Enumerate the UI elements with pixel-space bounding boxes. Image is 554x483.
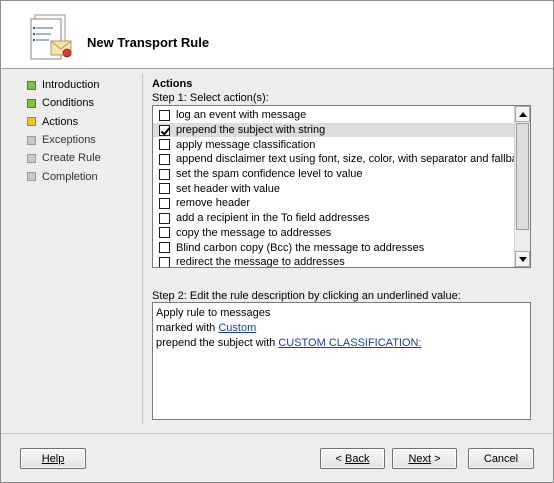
step-label: Create Rule [42,152,101,165]
scroll-thumb[interactable] [516,123,529,230]
action-item[interactable]: redirect the message to addresses [153,255,515,268]
step-pending-icon [27,153,36,163]
description-text: Apply rule to messages [156,307,271,319]
action-label: apply message classification [176,138,316,151]
step-label: Conditions [42,97,94,110]
action-checkbox[interactable] [159,256,170,267]
action-checkbox[interactable] [159,197,170,209]
rule-description-box: Apply rule to messages marked with Custo… [152,302,531,420]
arrow-down-icon [518,256,527,262]
description-text: prepend the subject with [156,337,279,349]
wizard-steps-nav: Introduction Conditions Actions Exceptio… [27,76,142,186]
footer-divider [1,433,553,434]
action-label: remove header [176,197,250,210]
action-checkbox[interactable] [159,153,170,165]
next-button-label: Next [408,452,432,465]
action-label: set the spam confidence level to value [176,168,363,181]
action-item[interactable]: apply message classification [153,137,515,152]
step-complete-icon [27,80,36,90]
step-exceptions: Exceptions [27,131,142,149]
action-item[interactable]: log an event with message [153,108,515,123]
wizard-title: New Transport Rule [87,35,210,50]
action-item[interactable]: prepend the subject with string [153,122,515,138]
action-checkbox[interactable] [159,124,170,136]
action-checkbox[interactable] [159,227,170,239]
back-button-label: Back [345,452,370,465]
description-text: marked with [156,322,219,334]
step-actions: Actions [27,113,142,131]
description-line: marked with Custom [156,321,527,336]
nav-divider [142,74,143,424]
action-label: copy the message to addresses [176,226,332,239]
scroll-up-button[interactable] [515,106,530,122]
action-label: Blind carbon copy (Bcc) the message to a… [176,241,425,254]
step-pending-icon [27,172,36,182]
step2-label: Step 2: Edit the rule description by cli… [152,290,461,302]
action-checkbox[interactable] [159,183,170,195]
step-completion: Completion [27,167,142,185]
action-item[interactable]: set the spam confidence level to value [153,167,515,182]
step-conditions: Conditions [27,94,142,112]
action-item[interactable]: Blind carbon copy (Bcc) the message to a… [153,240,515,255]
help-button-label: Help [41,452,65,465]
step-create-rule: Create Rule [27,149,142,167]
action-checkbox[interactable] [159,242,170,254]
action-item[interactable]: append disclaimer text using font, size,… [153,152,515,167]
classification-value-link[interactable]: Custom [218,322,256,334]
step-complete-icon [27,98,36,108]
action-item[interactable]: set header with value [153,181,515,196]
description-line: prepend the subject with CUSTOM CLASSIFI… [156,336,527,351]
step-introduction: Introduction [27,76,142,94]
action-label: redirect the message to addresses [176,256,345,268]
action-checkbox[interactable] [159,139,170,151]
scroll-down-button[interactable] [515,251,530,267]
arrow-up-icon [518,111,527,117]
back-button[interactable]: < Back [320,448,385,469]
step-pending-icon [27,135,36,145]
cancel-button[interactable]: Cancel [468,448,534,469]
step1-label: Step 1: Select action(s): [152,92,269,104]
help-button[interactable]: Help [20,448,86,469]
action-label: log an event with message [176,109,307,122]
action-label: set header with value [176,182,280,195]
transport-rule-icon [30,14,72,60]
step-current-icon [27,117,36,127]
cancel-button-label: Cancel [483,452,519,465]
step-label: Completion [42,170,98,183]
description-line: Apply rule to messages [156,306,527,321]
header-divider [1,68,553,69]
step-label: Actions [42,115,79,128]
step-label: Introduction [42,79,100,92]
action-item[interactable]: remove header [153,196,515,211]
action-label: append disclaimer text using font, size,… [176,153,515,166]
actions-checklist[interactable]: log an event with message prepend the su… [152,105,531,268]
action-checkbox[interactable] [159,212,170,224]
action-item[interactable]: copy the message to addresses [153,226,515,241]
next-button[interactable]: Next > [392,448,457,469]
action-checkbox[interactable] [159,109,170,121]
action-checkbox[interactable] [159,168,170,180]
step-label: Exceptions [42,134,96,147]
action-label: add a recipient in the To field addresse… [176,212,370,225]
action-item[interactable]: add a recipient in the To field addresse… [153,211,515,226]
subject-string-link[interactable]: CUSTOM CLASSIFICATION: [278,337,421,349]
actions-list-content: log an event with message prepend the su… [153,108,515,268]
wizard-header: New Transport Rule [1,1,553,69]
actions-scrollbar[interactable] [514,106,530,267]
action-label: prepend the subject with string [176,124,326,137]
section-title: Actions [152,78,193,90]
